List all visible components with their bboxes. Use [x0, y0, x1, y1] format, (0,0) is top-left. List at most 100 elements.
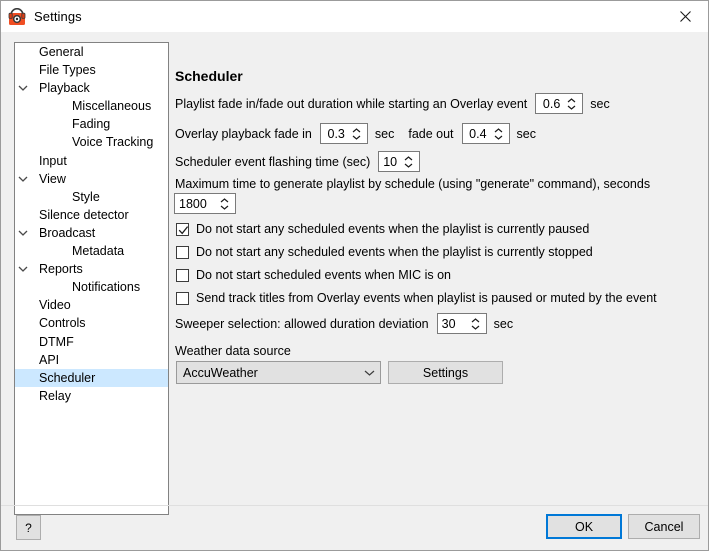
- chevron-down-icon[interactable]: [15, 230, 31, 236]
- weather-settings-button[interactable]: Settings: [388, 361, 503, 384]
- playback-fade-in-label: Overlay playback fade in: [175, 126, 312, 141]
- sidebar-item-dtmf[interactable]: DTMF: [15, 333, 168, 351]
- chevron-down-icon[interactable]: [494, 135, 503, 140]
- playback-fade-out-spin-buttons[interactable]: [491, 124, 509, 143]
- sidebar-item-video[interactable]: Video: [15, 296, 168, 314]
- playback-fade-out-value[interactable]: 0.4: [463, 124, 491, 143]
- settings-dialog: Settings General File Types Playback Miscel…: [0, 0, 709, 551]
- overlay-fade-spin-buttons[interactable]: [564, 94, 582, 113]
- weather-source-dropdown-arrow[interactable]: [358, 370, 380, 376]
- checkbox-row-4[interactable]: Send track titles from Overlay events wh…: [176, 291, 657, 305]
- checkbox-label: Do not start any scheduled events when t…: [196, 245, 593, 259]
- playback-fade-in-spin-buttons[interactable]: [349, 124, 367, 143]
- flashing-time-value[interactable]: 10: [379, 152, 401, 171]
- checkbox-4[interactable]: [176, 291, 189, 305]
- sidebar-item-style[interactable]: Style: [15, 188, 168, 206]
- sidebar-item-label: Relay: [39, 388, 71, 403]
- sidebar-item-fading[interactable]: Fading: [15, 115, 168, 133]
- chevron-up-icon[interactable]: [404, 155, 413, 161]
- close-button[interactable]: [663, 2, 708, 32]
- sweeper-value[interactable]: 30: [438, 314, 468, 333]
- sidebar-item-notifications[interactable]: Notifications: [15, 278, 168, 296]
- max-generate-time-spin-buttons[interactable]: [217, 194, 235, 213]
- playback-fade-in-value[interactable]: 0.3: [321, 124, 349, 143]
- checkbox-3[interactable]: [176, 268, 189, 282]
- sidebar-item-miscellaneous[interactable]: Miscellaneous: [15, 97, 168, 115]
- weather-source-select[interactable]: AccuWeather: [176, 361, 381, 384]
- sidebar-item-label: Metadata: [72, 244, 125, 259]
- sidebar-item-silence-detector[interactable]: Silence detector: [15, 206, 168, 224]
- chevron-up-icon[interactable]: [494, 127, 503, 133]
- sweeper-unit: sec: [493, 316, 514, 331]
- chevron-down-icon[interactable]: [404, 163, 413, 168]
- playback-fade-in-stepper[interactable]: 0.3: [319, 123, 368, 144]
- chevron-down-icon[interactable]: [15, 176, 31, 182]
- chevron-down-icon[interactable]: [220, 205, 229, 210]
- sidebar-item-relay[interactable]: Relay: [15, 387, 168, 405]
- dialog-footer: ? OK Cancel: [1, 505, 708, 550]
- max-generate-time-label: Maximum time to generate playlist by sch…: [175, 177, 651, 191]
- checkbox-row-2[interactable]: Do not start any scheduled events when t…: [176, 245, 593, 259]
- chevron-down-icon: [364, 370, 374, 376]
- checkbox-1[interactable]: [176, 222, 189, 236]
- sidebar-item-reports[interactable]: Reports: [15, 260, 168, 278]
- overlay-fade-value[interactable]: 0.6: [536, 94, 564, 113]
- sidebar-item-label: Notifications: [72, 280, 141, 295]
- sidebar-item-broadcast[interactable]: Broadcast: [15, 224, 168, 242]
- sidebar-item-label: Fading: [72, 117, 111, 132]
- sidebar-item-label: DTMF: [39, 334, 74, 349]
- chevron-down-icon[interactable]: [567, 105, 576, 110]
- help-button[interactable]: ?: [16, 515, 41, 540]
- sidebar-item-label: Voice Tracking: [72, 135, 154, 150]
- window-title: Settings: [34, 9, 82, 24]
- cancel-button[interactable]: Cancel: [628, 514, 700, 539]
- ok-button[interactable]: OK: [546, 514, 622, 539]
- sidebar-item-label: Broadcast: [39, 225, 96, 240]
- sidebar-item-api[interactable]: API: [15, 351, 168, 369]
- max-generate-time-value[interactable]: 1800: [175, 194, 217, 213]
- sidebar-item-label: View: [39, 171, 66, 186]
- sweeper-stepper[interactable]: 30: [436, 313, 487, 334]
- sidebar-item-input[interactable]: Input: [15, 152, 168, 170]
- overlay-fade-unit: sec: [590, 96, 610, 111]
- flashing-time-spin-buttons[interactable]: [401, 152, 419, 171]
- sidebar-item-view[interactable]: View: [15, 170, 168, 188]
- checkbox-row-3[interactable]: Do not start scheduled events when MIC i…: [176, 268, 451, 282]
- overlay-fade-row: Playlist fade in/fade out duration while…: [175, 93, 610, 114]
- checkbox-2[interactable]: [176, 245, 189, 259]
- playback-fade-out-stepper[interactable]: 0.4: [461, 123, 510, 144]
- overlay-fade-label: Playlist fade in/fade out duration while…: [175, 96, 528, 111]
- overlay-fade-stepper[interactable]: 0.6: [535, 93, 584, 114]
- sidebar-item-metadata[interactable]: Metadata: [15, 242, 168, 260]
- sidebar-item-label: Reports: [39, 262, 83, 277]
- sidebar-item-file-types[interactable]: File Types: [15, 61, 168, 79]
- checkbox-row-1[interactable]: Do not start any scheduled events when t…: [176, 222, 589, 236]
- sweeper-label: Sweeper selection: allowed duration devi…: [175, 316, 429, 331]
- sidebar-item-label: Miscellaneous: [72, 99, 152, 114]
- sidebar-item-controls[interactable]: Controls: [15, 314, 168, 332]
- chevron-up-icon[interactable]: [220, 197, 229, 203]
- sweeper-spin-buttons[interactable]: [468, 314, 486, 333]
- sidebar-item-label: API: [39, 352, 60, 367]
- max-generate-time-stepper[interactable]: 1800: [174, 193, 236, 214]
- flashing-time-row: Scheduler event flashing time (sec) 10: [175, 151, 421, 172]
- weather-label-row: Weather data source: [175, 344, 291, 358]
- sidebar-item-label: Input: [39, 153, 67, 168]
- chevron-down-icon[interactable]: [471, 325, 480, 330]
- sidebar-item-playback[interactable]: Playback: [15, 79, 168, 97]
- chevron-up-icon[interactable]: [471, 317, 480, 323]
- chevron-down-icon[interactable]: [15, 85, 31, 92]
- checkbox-label: Do not start any scheduled events when t…: [196, 222, 590, 236]
- chevron-down-icon[interactable]: [15, 266, 31, 273]
- flashing-time-stepper[interactable]: 10: [378, 151, 421, 172]
- checkbox-label: Send track titles from Overlay events wh…: [196, 291, 657, 305]
- settings-tree[interactable]: General File Types Playback Miscellaneous Fa…: [14, 42, 169, 515]
- sidebar-item-voice-tracking[interactable]: Voice Tracking: [15, 133, 168, 151]
- sidebar-item-general[interactable]: General: [15, 43, 168, 61]
- flashing-time-label: Scheduler event flashing time (sec): [175, 154, 371, 169]
- chevron-up-icon[interactable]: [567, 97, 576, 103]
- sidebar-item-label: Style: [72, 189, 100, 204]
- chevron-up-icon[interactable]: [352, 127, 361, 133]
- chevron-down-icon[interactable]: [352, 135, 361, 140]
- sidebar-item-scheduler[interactable]: Scheduler: [15, 368, 168, 387]
